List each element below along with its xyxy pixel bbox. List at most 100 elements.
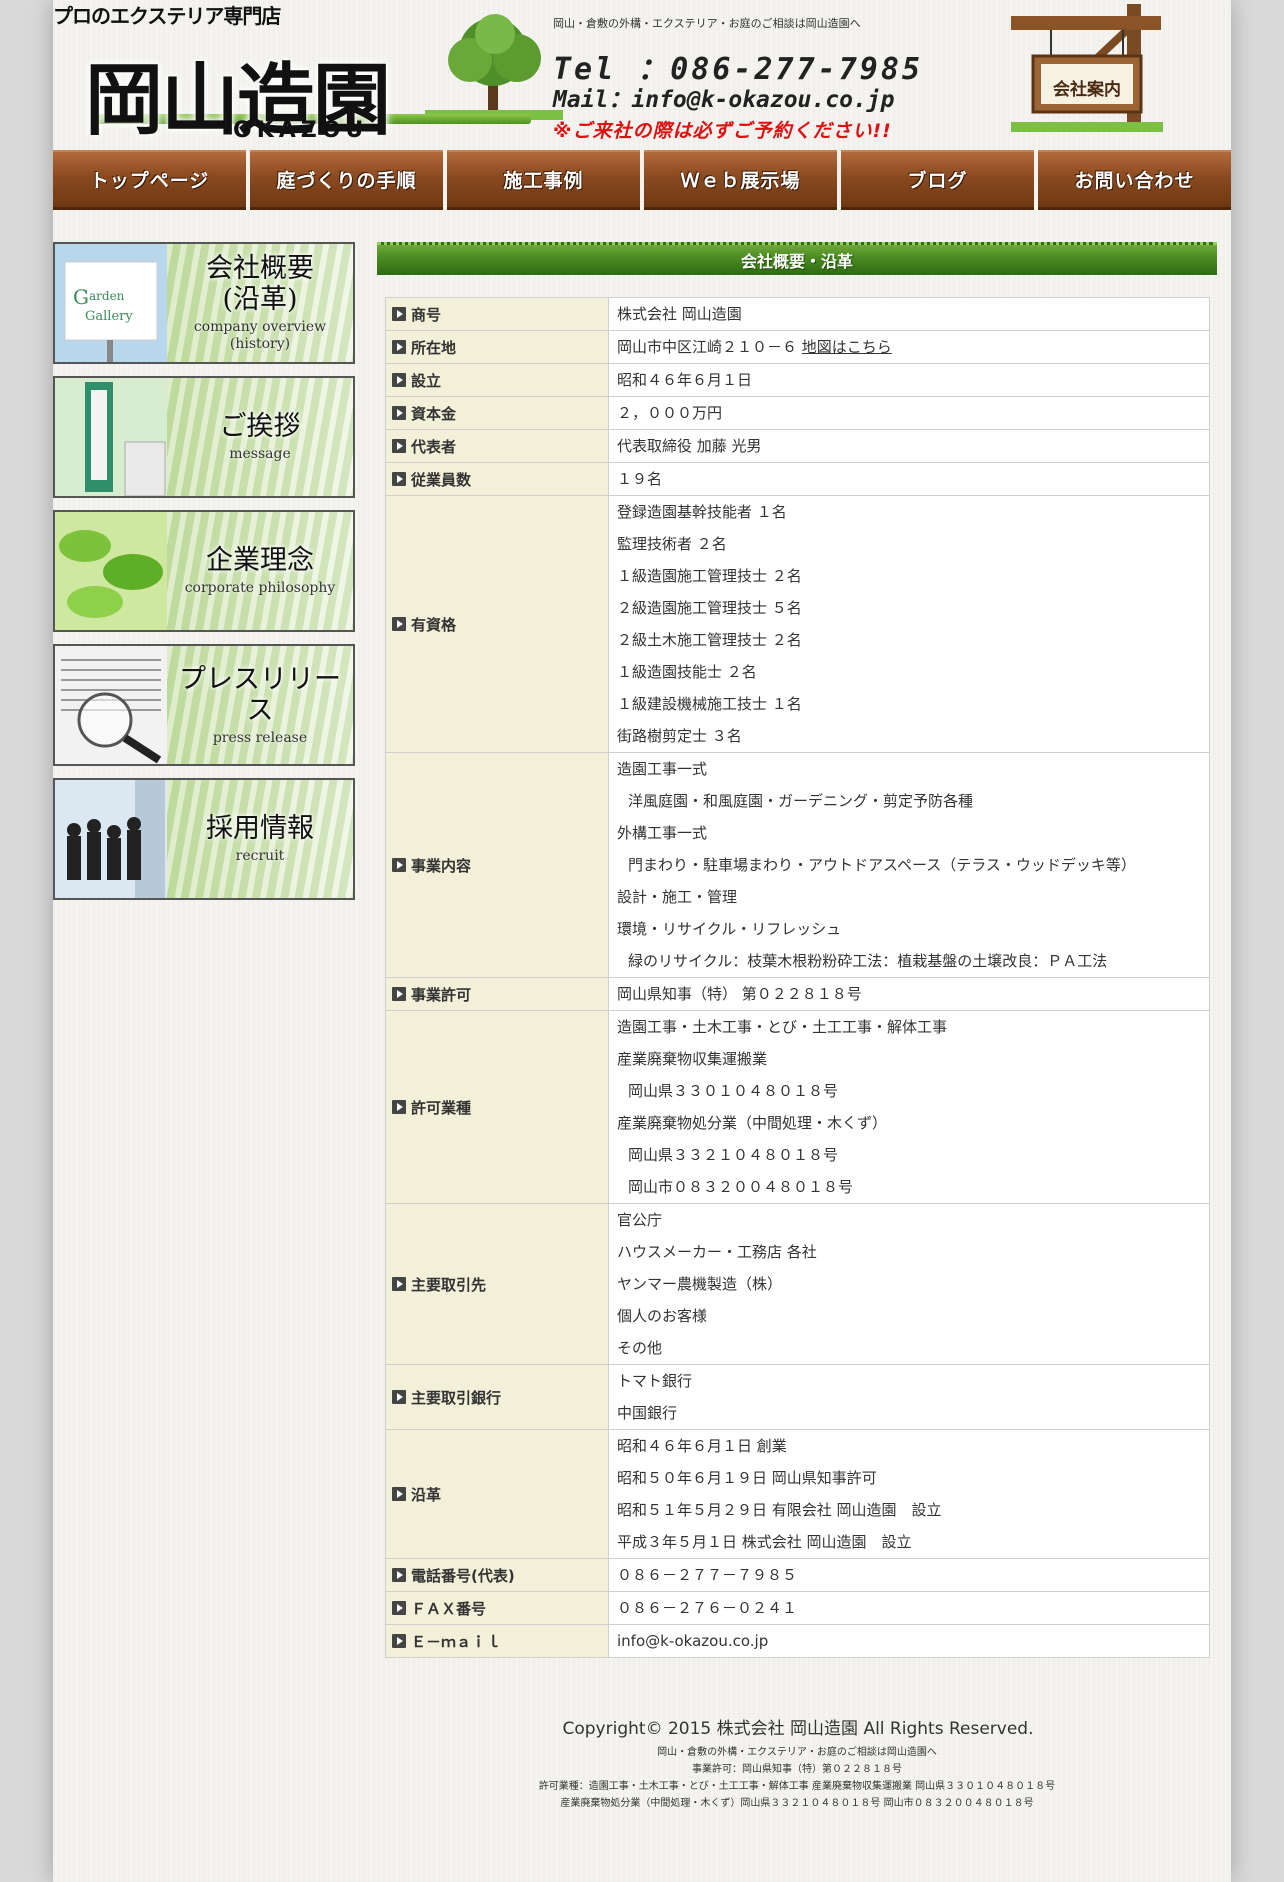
- info-label-text: Ｅ－ｍａｉｌ: [411, 1632, 502, 1651]
- info-label-cell: Ｅ－ｍａｉｌ: [385, 1624, 609, 1658]
- sidebar-banner-recruit[interactable]: 採用情報 recruit: [53, 778, 355, 900]
- footer-line: 産業廃棄物処分業（中間処理・木くず）岡山県３３２１０４８０１８号 岡山市０８３２…: [560, 1798, 1034, 1809]
- info-label-cell: 資本金: [385, 396, 609, 430]
- arrow-right-icon: [392, 439, 406, 453]
- info-value-text: １級造園施工管理技士 ２名: [617, 567, 802, 585]
- arrow-right-icon: [392, 307, 406, 321]
- footer-copyright: Copyright© 2015 株式会社 岡山造園 All Rights Res…: [562, 1719, 1034, 1739]
- nav-blog[interactable]: ブログ: [841, 150, 1034, 210]
- info-value-line: ２，０００万円: [617, 397, 1201, 429]
- sidebar-banner-title: 採用情報: [206, 813, 314, 845]
- arrow-right-icon: [392, 1487, 406, 1501]
- sidebar-banner-title: 会社概要 (沿革): [206, 253, 314, 316]
- nav-top[interactable]: トップページ: [53, 150, 246, 210]
- map-link[interactable]: 地図はこちら: [802, 338, 892, 356]
- info-label: 沿革: [392, 1484, 602, 1505]
- arrow-right-icon: [392, 1634, 406, 1648]
- info-value-line: 産業廃棄物収集運搬業: [617, 1043, 1201, 1075]
- info-value-text: トマト銀行: [617, 1372, 693, 1390]
- info-value-text: 昭和４６年６月１日 創業: [617, 1437, 787, 1455]
- info-value-text: 昭和５１年５月２９日 有限会社 岡山造園 設立: [617, 1501, 942, 1519]
- info-value-line: 岡山県３３２１０４８０１８号: [617, 1139, 1201, 1171]
- info-value-line: 外構工事一式: [617, 817, 1201, 849]
- info-value-text: ２，０００万円: [617, 404, 723, 422]
- nav-works[interactable]: 施工事例: [447, 150, 640, 210]
- company-info-signpost[interactable]: 会社案内: [1011, 4, 1163, 134]
- tree-logo-icon: [425, 14, 563, 120]
- info-value-text: １９名: [617, 470, 663, 488]
- info-value-text: １級造園技能士 ２名: [617, 663, 757, 681]
- info-label-cell: 許可業種: [385, 1010, 609, 1204]
- info-row: 商号 株式会社 岡山造園: [385, 297, 1210, 331]
- info-value-text: 官公庁: [617, 1211, 663, 1229]
- info-label-text: 設立: [411, 371, 442, 390]
- info-label: ＦＡＸ番号: [392, 1598, 602, 1619]
- site-header: プロのエクステリア専門店 岡山造園 OKAZOU 岡山・倉敷の外構・エクステリア…: [53, 0, 1231, 148]
- sidebar-banner-philosophy[interactable]: 企業理念 corporate philosophy: [53, 510, 355, 632]
- info-row: 事業内容 造園工事一式 洋風庭園・和風庭園・ガーデニング・剪定予防各種 外構工事一式門…: [385, 752, 1210, 978]
- svg-text:Gallery: Gallery: [85, 309, 133, 324]
- info-label: 主要取引先: [392, 1274, 602, 1295]
- section-title-bar: 会社概要・沿革: [377, 242, 1217, 275]
- info-value-line: 監理技術者 ２名: [617, 528, 1201, 560]
- info-value-cell: ０８６－２７７－７９８５: [608, 1558, 1210, 1592]
- info-value-line: ０８６－２７６－０２４１: [617, 1592, 1201, 1624]
- info-label-cell: 商号: [385, 297, 609, 331]
- sidebar-banner-text: 採用情報 recruit: [167, 780, 353, 898]
- info-label-cell: 設立: [385, 363, 609, 397]
- info-value-text: その他: [617, 1339, 663, 1357]
- info-value-text: 株式会社 岡山造園: [617, 305, 742, 323]
- info-row: 設立 昭和４６年６月１日: [385, 363, 1210, 397]
- arrow-right-icon: [392, 340, 406, 354]
- info-value-line: １級建設機械施工技士 １名: [617, 688, 1201, 720]
- arrow-right-icon: [392, 406, 406, 420]
- info-value-text: ２級土木施工管理技士 ２名: [617, 631, 802, 649]
- info-value-line: ヤンマー農機製造（株）: [617, 1268, 1201, 1300]
- info-value-line: 産業廃棄物処分業（中間処理・木くず）: [617, 1107, 1201, 1139]
- info-value-cell: １９名: [608, 462, 1210, 496]
- info-value-text: ０８６－２７６－０２４１: [617, 1599, 798, 1617]
- info-value-text: 岡山県３３０１０４８０１８号: [628, 1082, 839, 1100]
- info-value-cell: ０８６－２７６－０２４１: [608, 1591, 1210, 1625]
- info-value-line: ０８６－２７７－７９８５: [617, 1559, 1201, 1591]
- info-row: 主要取引先 官公庁ハウスメーカー・工務店 各社 ヤンマー農機製造（株） 個人のお客様そ…: [385, 1203, 1210, 1365]
- info-label: 事業内容: [392, 855, 602, 876]
- page: プロのエクステリア専門店 岡山造園 OKAZOU 岡山・倉敷の外構・エクステリア…: [53, 0, 1231, 1882]
- info-value-text: ハウスメーカー・工務店 各社: [617, 1243, 817, 1261]
- info-value-text: ヤンマー農機製造（株）: [617, 1275, 783, 1293]
- sidebar-banner-title: ご挨拶: [219, 411, 301, 443]
- info-value-line: 門まわり・駐車場まわり・アウトドアスペース（テラス・ウッドデッキ等）: [617, 849, 1201, 881]
- info-label: 有資格: [392, 614, 602, 635]
- info-label: 設立: [392, 370, 602, 391]
- info-value-line: 岡山市中区江崎２１０－６ 地図はこちら: [617, 331, 1201, 363]
- arrow-right-icon: [392, 373, 406, 387]
- info-value-cell: 岡山市中区江崎２１０－６ 地図はこちら: [608, 330, 1210, 364]
- info-label-cell: 事業内容: [385, 752, 609, 978]
- info-value-cell: info@k-okazou.co.jp: [608, 1624, 1210, 1658]
- footer-line: 事業許可：岡山県知事（特）第０２２８１８号: [692, 1764, 902, 1775]
- business-people-icon: [55, 780, 167, 898]
- info-value-cell: 官公庁ハウスメーカー・工務店 各社 ヤンマー農機製造（株） 個人のお客様 その他: [608, 1203, 1210, 1365]
- garden-gallery-sign-icon: G arden Gallery: [55, 244, 167, 362]
- sidebar-banner-press-release[interactable]: プレスリリース press release: [53, 644, 355, 766]
- info-value-cell: ２，０００万円: [608, 396, 1210, 430]
- company-info-table: 商号 株式会社 岡山造園 所在地 岡山市中区江崎２１０－６ 地図はこちら 設立 昭和４６年…: [385, 297, 1210, 1658]
- nav-contact[interactable]: お問い合わせ: [1038, 150, 1231, 210]
- info-label-cell: 沿革: [385, 1429, 609, 1559]
- arrow-right-icon: [392, 1100, 406, 1114]
- info-value-text: 個人のお客様: [617, 1307, 708, 1325]
- info-label-text: 従業員数: [411, 470, 472, 489]
- info-label-cell: 主要取引先: [385, 1203, 609, 1365]
- nav-web-showroom[interactable]: Ｗｅｂ展示場: [644, 150, 837, 210]
- arrow-right-icon: [392, 472, 406, 486]
- sidebar-banner-message[interactable]: ご挨拶 message: [53, 376, 355, 498]
- info-label-cell: 電話番号(代表): [385, 1558, 609, 1592]
- info-row: ＦＡＸ番号 ０８６－２７６－０２４１: [385, 1591, 1210, 1625]
- info-value-line: ２級造園施工管理技士 ５名: [617, 592, 1201, 624]
- nav-garden-steps[interactable]: 庭づくりの手順: [250, 150, 443, 210]
- info-value-line: 緑のリサイクル：枝葉木根粉粉砕工法：植栽基盤の土壌改良：ＰＡ工法: [617, 945, 1201, 977]
- info-value-line: 設計・施工・管理: [617, 881, 1201, 913]
- arrow-right-icon: [392, 617, 406, 631]
- sidebar-banner-company-overview[interactable]: G arden Gallery 会社概要 (沿革) company overvi…: [53, 242, 355, 364]
- info-value-line: １級造園技能士 ２名: [617, 656, 1201, 688]
